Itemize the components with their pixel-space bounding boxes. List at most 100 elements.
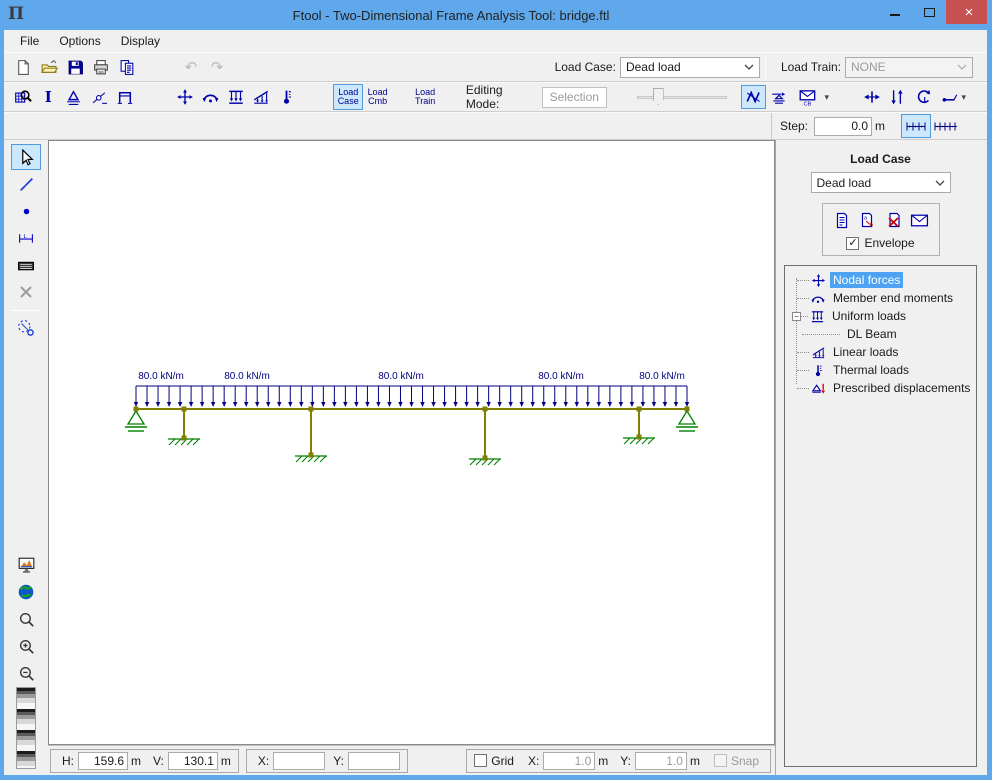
results-scale-slider[interactable] — [637, 87, 727, 107]
close-icon: × — [965, 4, 974, 21]
grid-label: Grid — [491, 754, 514, 768]
snap-checkbox[interactable] — [714, 754, 727, 767]
step-mode-a-button[interactable] — [901, 114, 931, 138]
inspect-mode-button[interactable] — [10, 85, 36, 109]
load-train-combobox[interactable]: NONE — [845, 57, 973, 78]
dimension-tool-button[interactable]: L — [11, 225, 41, 251]
step-unit: m — [875, 119, 885, 133]
maximize-button[interactable] — [912, 0, 946, 24]
supports-button[interactable] — [61, 85, 87, 109]
step-input[interactable]: 0.0 — [814, 117, 872, 136]
thermal-loads-button[interactable] — [274, 85, 300, 109]
zoom-out-button[interactable] — [11, 660, 41, 686]
zoom-in-button[interactable] — [11, 633, 41, 659]
load-train-mode-button[interactable]: LoadTrain — [410, 84, 439, 110]
frame-template-button[interactable] — [112, 85, 138, 109]
zoom-level-strip[interactable] — [16, 687, 36, 769]
zoom-window-button[interactable] — [11, 606, 41, 632]
x-coord-label: X: — [258, 754, 269, 768]
stretch-horizontal-button[interactable] — [859, 85, 885, 109]
world-view-button[interactable] — [11, 579, 41, 605]
new-file-button[interactable] — [10, 55, 36, 79]
save-file-button[interactable] — [62, 55, 88, 79]
close-button[interactable]: × — [946, 0, 992, 24]
rename-load-case-button[interactable]: ab — [857, 210, 879, 230]
uniform-loads-button[interactable] — [223, 85, 249, 109]
menu-options[interactable]: Options — [49, 32, 110, 50]
diagram-toggle-button[interactable] — [741, 85, 767, 109]
tree-item-dl-beam[interactable]: DL Beam — [785, 325, 976, 343]
svg-text:b: b — [870, 222, 873, 228]
x-coord-value — [273, 752, 325, 770]
load-tree: Nodal forces Member end moments − Unifor… — [784, 265, 977, 767]
copy-button[interactable] — [114, 55, 140, 79]
grid-checkbox[interactable] — [474, 754, 487, 767]
separator — [765, 56, 766, 78]
snap-label: Snap — [731, 754, 759, 768]
envelope-checkbox[interactable]: ✓ — [846, 237, 859, 250]
tree-item-linear-loads[interactable]: Linear loads — [785, 343, 976, 361]
v-size-input[interactable]: 130.1 — [168, 752, 218, 770]
reactions-button[interactable] — [766, 85, 792, 109]
load-train-value: NONE — [851, 60, 886, 74]
envelope-cb-button[interactable]: CB — [792, 85, 823, 109]
load-case-actions-group: ab ✓ Envelope — [822, 203, 940, 256]
panel-load-case-combobox[interactable]: Dead load — [811, 172, 951, 193]
linear-loads-button[interactable] — [248, 85, 274, 109]
tree-item-prescribed-displacements[interactable]: Prescribed displacements — [785, 379, 976, 397]
new-load-case-button[interactable] — [831, 210, 853, 230]
center-area: 80.0 kN/m80.0 kN/m80.0 kN/m80.0 kN/m80.0… — [48, 140, 775, 775]
grid-y-label: Y: — [620, 754, 631, 768]
fit-screen-button[interactable] — [11, 552, 41, 578]
transform-tool-button[interactable] — [11, 315, 41, 341]
minimize-button[interactable] — [878, 0, 912, 24]
tree-item-member-end-moments[interactable]: Member end moments — [785, 289, 976, 307]
insert-member-button[interactable] — [11, 171, 41, 197]
toolbar-step: Step: 0.0 m — [4, 112, 987, 140]
svg-text:CB: CB — [803, 101, 811, 106]
grid-y-input[interactable]: 1.0 — [635, 752, 687, 770]
copy-icon — [119, 59, 136, 76]
tree-item-thermal-loads[interactable]: Thermal loads — [785, 361, 976, 379]
load-comb-mode-button[interactable]: LoadCmb — [363, 84, 392, 110]
open-file-button[interactable] — [36, 55, 62, 79]
menu-file[interactable]: File — [10, 32, 49, 50]
tree-item-nodal-forces[interactable]: Nodal forces — [785, 271, 976, 289]
menubar: File Options Display — [4, 30, 987, 52]
nodal-forces-button[interactable] — [172, 85, 198, 109]
delete-button[interactable] — [11, 279, 41, 305]
dimension-icon: L — [17, 230, 35, 247]
member-moments-button[interactable] — [197, 85, 223, 109]
dropdown-arrow-icon[interactable]: ▾ — [824, 92, 829, 103]
grid-x-input[interactable]: 1.0 — [543, 752, 595, 770]
tree-item-uniform-loads[interactable]: − Uniform loads — [785, 307, 976, 325]
redo-button[interactable]: ↷ — [204, 55, 230, 79]
member-orientation-button[interactable]: ▾ — [936, 85, 971, 109]
rotate-button[interactable] — [910, 85, 936, 109]
h-size-input[interactable]: 159.6 — [78, 752, 128, 770]
hinge-button[interactable] — [87, 85, 113, 109]
slider-thumb[interactable] — [653, 88, 664, 105]
section-properties-button[interactable]: I — [36, 85, 62, 109]
delete-load-case-button[interactable] — [883, 210, 905, 230]
envelope-mail-button[interactable] — [909, 210, 931, 230]
menu-display[interactable]: Display — [111, 32, 170, 50]
selection-tool-button[interactable] — [11, 144, 41, 170]
envelope-checkbox-label: Envelope — [864, 236, 914, 250]
keyboard-input-button[interactable] — [11, 252, 41, 278]
stretch-vertical-button[interactable] — [885, 85, 911, 109]
thermal-loads-icon — [809, 362, 827, 378]
step-mode-b-button[interactable] — [931, 114, 961, 138]
insert-node-button[interactable] — [11, 198, 41, 224]
collapse-expander[interactable]: − — [792, 312, 801, 321]
app-icon: Π — [8, 6, 24, 23]
load-case-combobox[interactable]: Dead load — [620, 57, 760, 78]
toolbar-file: ↶ ↷ Load Case: Dead load Load Train: NON… — [4, 52, 987, 82]
print-button[interactable] — [88, 55, 114, 79]
undo-button[interactable]: ↶ — [178, 55, 204, 79]
model-canvas[interactable]: 80.0 kN/m80.0 kN/m80.0 kN/m80.0 kN/m80.0… — [48, 140, 775, 745]
main-area: L — [4, 140, 987, 775]
window-controls: × — [878, 0, 992, 30]
load-case-mode-button[interactable]: LoadCase — [333, 84, 362, 110]
member-moments-icon — [809, 290, 827, 306]
